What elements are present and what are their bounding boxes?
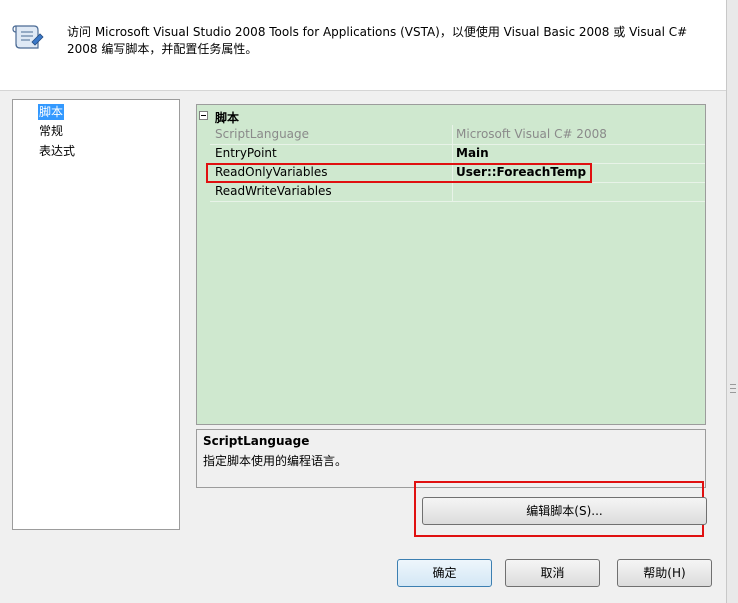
script-scroll-icon [12,25,44,49]
property-name: EntryPoint [215,146,277,160]
property-name: ScriptLanguage [215,127,310,141]
description-text: 指定脚本使用的编程语言。 [203,454,348,468]
property-row-readwritevariables[interactable]: ReadWriteVariables [210,182,705,202]
edit-script-button[interactable]: 编辑脚本(S)... [422,497,707,525]
description-panel: ScriptLanguage 指定脚本使用的编程语言。 [196,429,706,488]
category-label: 脚本 [215,111,240,125]
nav-item-general[interactable]: 常规 [38,123,64,139]
header-description: 访问 Microsoft Visual Studio 2008 Tools fo… [67,25,688,56]
property-value: Microsoft Visual C# 2008 [456,127,607,141]
window-edge [726,0,738,603]
nav-item-script[interactable]: 脚本 [38,104,65,120]
cancel-button[interactable]: 取消 [505,559,600,587]
collapse-icon[interactable] [199,111,208,120]
property-row-entrypoint[interactable]: EntryPoint Main [210,144,705,164]
property-row-scriptlanguage[interactable]: ScriptLanguage Microsoft Visual C# 2008 [210,125,705,145]
property-name: ReadWriteVariables [215,184,332,198]
description-title: ScriptLanguage [203,434,310,448]
highlight-box-readonlyvariables [206,163,592,183]
property-value[interactable]: Main [456,146,701,160]
nav-item-expressions[interactable]: 表达式 [38,143,76,159]
nav-list: 脚本 常规 表达式 [12,99,180,530]
ok-button[interactable]: 确定 [397,559,492,587]
category-row: 脚本 [197,108,705,125]
property-grid: 脚本 ScriptLanguage Microsoft Visual C# 20… [196,104,706,425]
dialog-header: 访问 Microsoft Visual Studio 2008 Tools fo… [0,0,726,91]
help-button[interactable]: 帮助(H) [617,559,712,587]
